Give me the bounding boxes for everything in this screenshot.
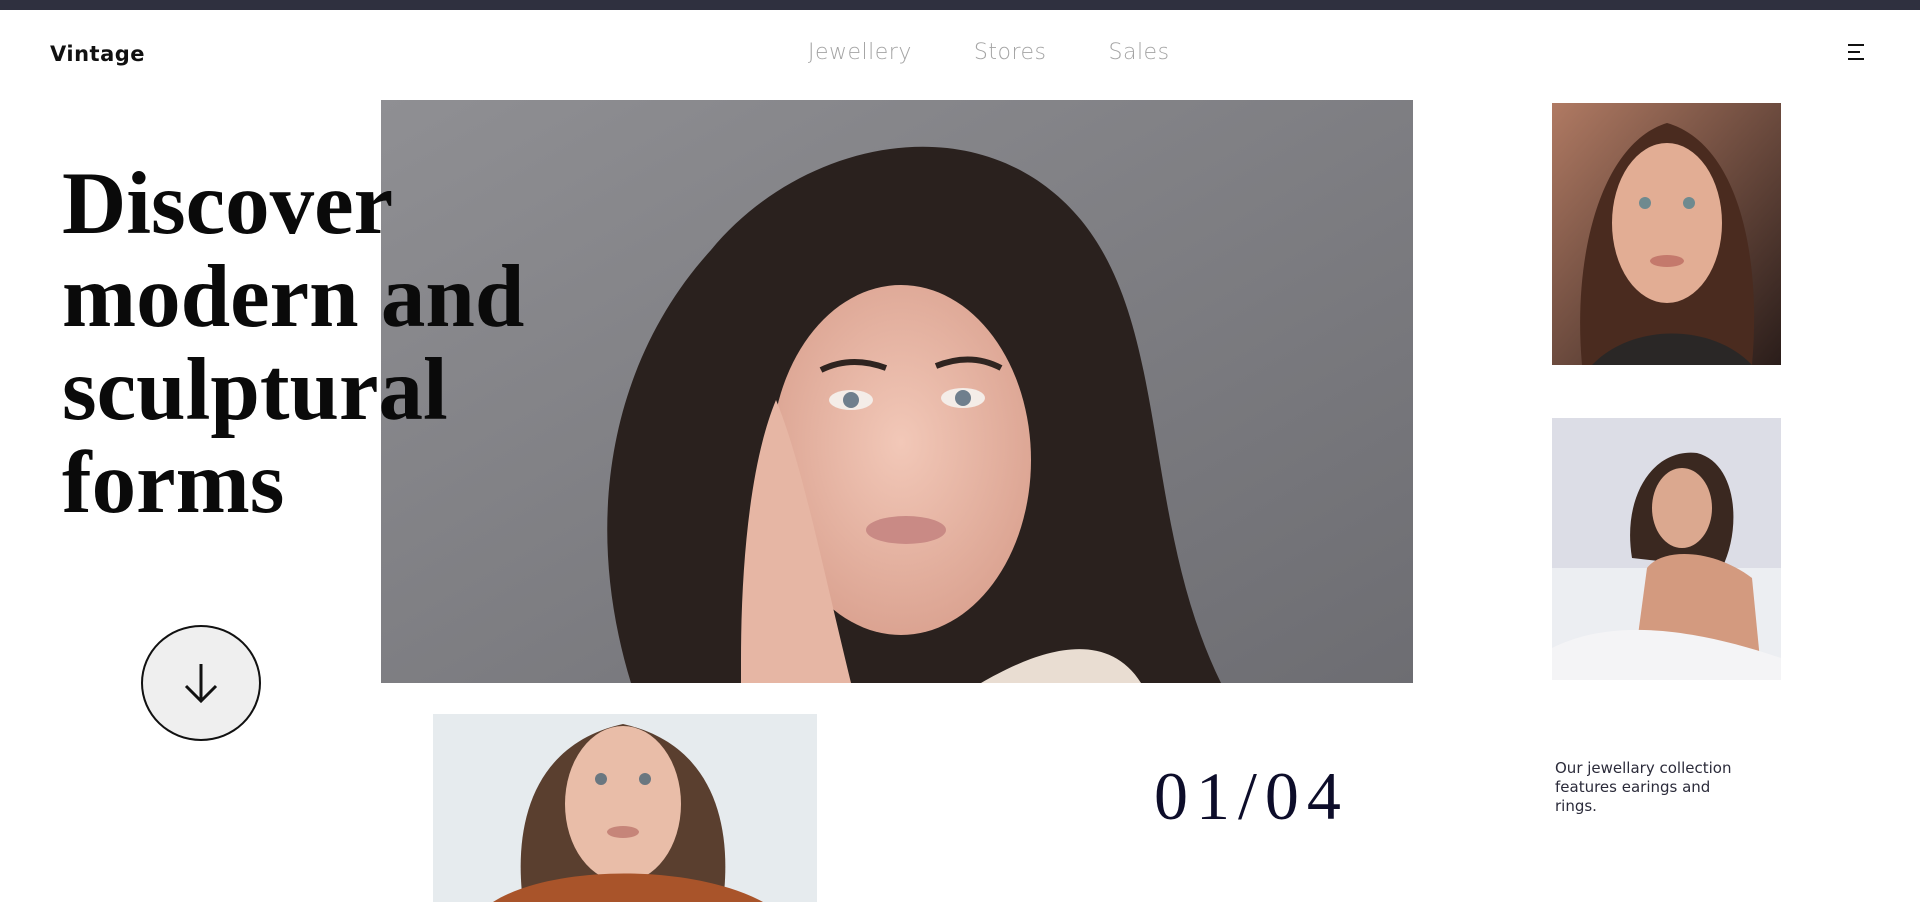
- headline-line: Discover: [62, 155, 394, 253]
- hamburger-menu-icon[interactable]: [1846, 43, 1870, 63]
- collection-thumbnail-2[interactable]: [1552, 418, 1781, 680]
- hero-headline: Discover modern and sculptural forms: [62, 158, 524, 530]
- top-accent-bar: [0, 0, 1920, 10]
- main-nav: Jewellery Stores Sales: [808, 40, 1170, 65]
- hero-image: [381, 100, 1413, 683]
- scroll-down-button[interactable]: [141, 625, 261, 741]
- logo[interactable]: Vintage: [50, 42, 145, 66]
- slide-counter: 01/04: [1154, 758, 1349, 834]
- collection-thumbnail-1[interactable]: [1552, 103, 1781, 365]
- nav-item-stores[interactable]: Stores: [974, 40, 1047, 65]
- nav-item-jewellery[interactable]: Jewellery: [808, 40, 912, 65]
- headline-line: sculptural: [62, 341, 448, 439]
- collection-caption: Our jewellary collection features earing…: [1555, 759, 1732, 815]
- arrow-down-icon: [184, 664, 218, 704]
- nav-item-sales[interactable]: Sales: [1109, 40, 1170, 65]
- headline-line: modern and: [62, 248, 525, 346]
- collection-thumbnail-bottom[interactable]: [433, 714, 817, 902]
- headline-line: forms: [62, 434, 285, 532]
